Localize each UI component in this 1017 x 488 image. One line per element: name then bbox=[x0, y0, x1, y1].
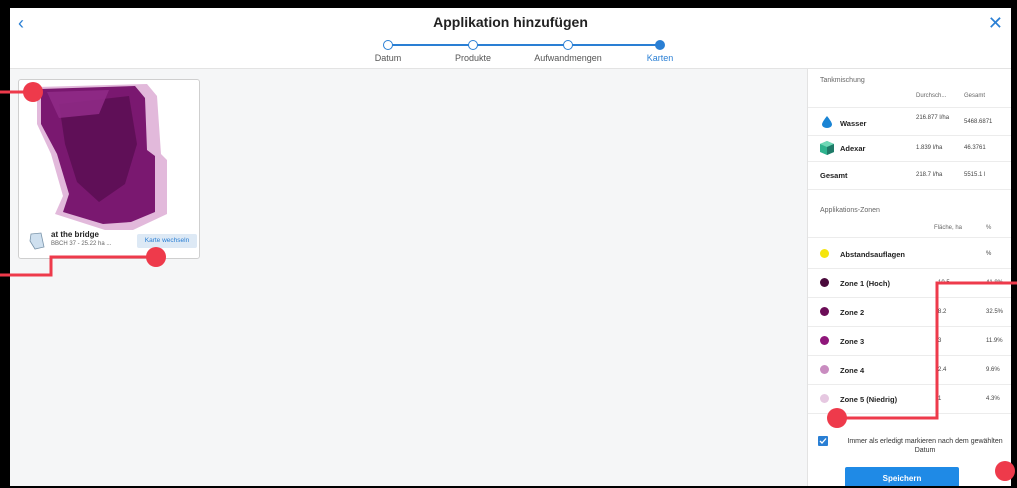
product-total: 46.3761 bbox=[964, 145, 986, 151]
field-shape-icon bbox=[29, 232, 45, 250]
divider bbox=[808, 237, 1011, 238]
mark-done-label: Immer als erledigt markieren nach dem ge… bbox=[847, 438, 1003, 454]
zone-percent: 4.3% bbox=[986, 396, 1000, 402]
stepper: Datum Produkte Aufwandmengen Karten bbox=[360, 40, 680, 66]
step-dot bbox=[468, 40, 478, 50]
product-box-icon bbox=[820, 141, 834, 155]
zone-name: Zone 4 bbox=[840, 366, 865, 375]
zone-area: 3 bbox=[938, 338, 942, 344]
zone-color-dot bbox=[820, 249, 829, 258]
step-produkte[interactable]: Produkte bbox=[423, 40, 523, 63]
zone-color-dot bbox=[820, 278, 829, 287]
zone-percent: % bbox=[986, 251, 992, 257]
zone-percent: 9.6% bbox=[986, 367, 1000, 373]
zone-percent: 11.9% bbox=[986, 338, 1003, 344]
divider bbox=[808, 413, 1011, 414]
tank-mix-title: Tankmischung bbox=[820, 77, 865, 84]
zones-title: Applikations-Zonen bbox=[820, 207, 880, 214]
field-info: BBCH 37 - 25.22 ha ... bbox=[51, 241, 112, 247]
col-header-total: Gesamt bbox=[964, 93, 986, 99]
sum-label: Gesamt bbox=[820, 171, 848, 180]
divider bbox=[808, 384, 1011, 385]
step-dot bbox=[563, 40, 573, 50]
zone-color-dot bbox=[820, 336, 829, 345]
sum-rate: 218.7 l/ha bbox=[916, 172, 943, 178]
divider bbox=[808, 135, 1011, 136]
water-drop-icon bbox=[822, 116, 832, 128]
mark-done-checkbox[interactable] bbox=[818, 436, 828, 446]
summary-sidebar: Tankmischung Durchsch... Gesamt Wasser 2… bbox=[807, 69, 1011, 486]
divider bbox=[808, 355, 1011, 356]
product-total: 5468.6871 bbox=[964, 119, 993, 125]
zone-name: Zone 3 bbox=[840, 337, 865, 346]
step-dot-active bbox=[655, 40, 665, 50]
step-label: Karten bbox=[646, 53, 674, 63]
dialog-header: ‹ Applikation hinzufügen ✕ Datum Produkt… bbox=[10, 8, 1011, 69]
col-header-area: Fläche, ha bbox=[934, 225, 963, 231]
product-name: Adexar bbox=[840, 144, 866, 153]
save-button[interactable]: Speichern bbox=[845, 467, 959, 486]
col-header-avg: Durchsch... bbox=[916, 93, 947, 99]
divider bbox=[808, 161, 1011, 162]
step-aufwandmengen[interactable]: Aufwandmengen bbox=[518, 40, 618, 63]
col-header-pct: % bbox=[986, 225, 992, 231]
zone-percent: 32.5% bbox=[986, 309, 1004, 315]
divider bbox=[808, 107, 1011, 108]
divider bbox=[808, 326, 1011, 327]
field-name: at the bridge bbox=[51, 230, 100, 239]
page-title: Applikation hinzufügen bbox=[433, 14, 588, 30]
field-map bbox=[37, 84, 167, 230]
zone-color-dot bbox=[820, 365, 829, 374]
close-icon[interactable]: ✕ bbox=[988, 14, 1003, 32]
zone-color-dot bbox=[820, 394, 829, 403]
divider bbox=[808, 189, 1011, 190]
zone-area: 2.4 bbox=[938, 367, 947, 373]
step-label: Aufwandmengen bbox=[534, 53, 602, 63]
zone-area: 10.5 bbox=[938, 280, 950, 286]
step-karten[interactable]: Karten bbox=[610, 40, 710, 63]
dialog: ‹ Applikation hinzufügen ✕ Datum Produkt… bbox=[10, 8, 1011, 486]
divider bbox=[808, 268, 1011, 269]
zone-name: Zone 1 (Hoch) bbox=[840, 279, 890, 288]
zone-area: 1 bbox=[938, 396, 942, 402]
zone-name: Abstandsauflagen bbox=[840, 250, 906, 259]
change-map-button[interactable]: Karte wechseln bbox=[137, 234, 197, 248]
zone-area: 8.2 bbox=[938, 309, 947, 315]
zone-percent: 41.8% bbox=[986, 280, 1004, 286]
map-area: at the bridge BBCH 37 - 25.22 ha ... Kar… bbox=[10, 69, 807, 486]
product-name: Wasser bbox=[840, 119, 867, 128]
step-label: Produkte bbox=[454, 53, 492, 63]
divider bbox=[808, 297, 1011, 298]
product-rate: 216.877 l/ha bbox=[916, 115, 950, 121]
zone-name: Zone 5 (Niedrig) bbox=[840, 395, 898, 404]
product-rate: 1.839 l/ha bbox=[916, 145, 943, 151]
step-dot bbox=[383, 40, 393, 50]
checkmark-icon bbox=[819, 438, 827, 444]
zone-name: Zone 2 bbox=[840, 308, 865, 317]
map-card[interactable]: at the bridge BBCH 37 - 25.22 ha ... Kar… bbox=[18, 79, 200, 259]
zone-color-dot bbox=[820, 307, 829, 316]
sum-total: 5515.1 l bbox=[964, 172, 986, 178]
